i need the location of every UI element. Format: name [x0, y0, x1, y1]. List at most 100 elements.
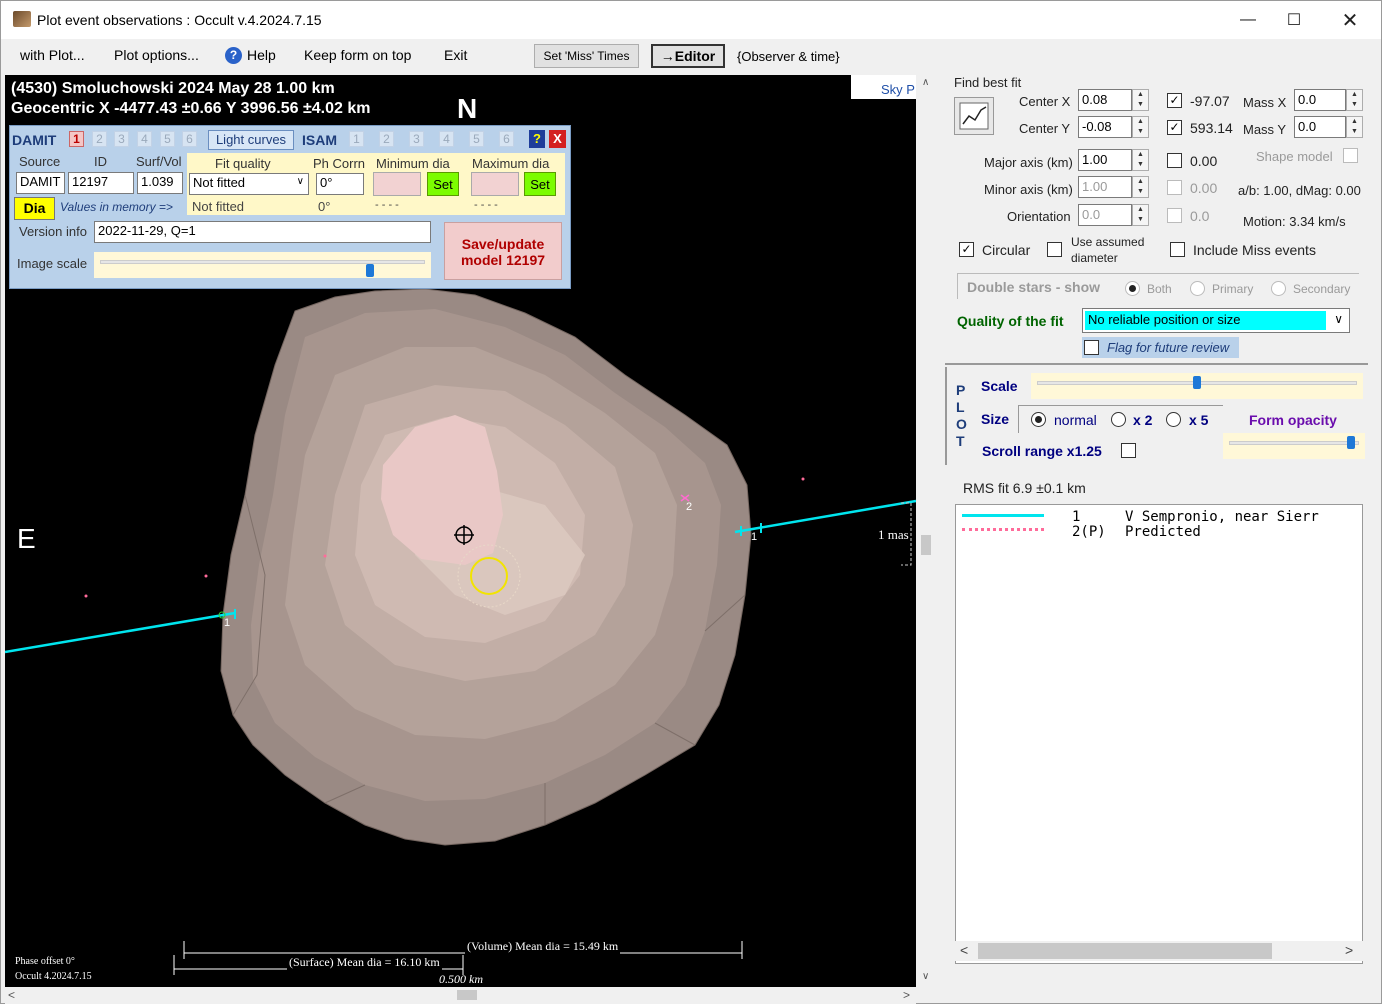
double-primary-radio[interactable] [1190, 281, 1205, 296]
image-scale-thumb[interactable] [366, 264, 374, 277]
flag-review-checkbox[interactable] [1084, 340, 1099, 355]
plot-vertical-scrollbar[interactable]: ∧ ∨ [918, 75, 935, 987]
center-y-spinner[interactable]: ▲ ▼ [1132, 116, 1149, 138]
best-fit-chart-icon [959, 102, 989, 130]
size-x5-radio[interactable] [1166, 412, 1181, 427]
set-miss-times-button[interactable]: Set 'Miss' Times [534, 44, 639, 68]
save-update-model-button[interactable]: Save/update model 12197 [444, 222, 562, 280]
plot-horizontal-scrollbar[interactable]: < > [5, 987, 916, 1004]
double-both-radio[interactable] [1125, 281, 1140, 296]
fit-quality-dropdown[interactable]: Not fitted ∨ [189, 173, 309, 195]
isam-model-6[interactable]: 6 [499, 131, 514, 147]
minor-axis-label: Minor axis (km) [984, 182, 1073, 197]
minimize-icon[interactable]: — [1225, 1, 1271, 39]
isam-model-5[interactable]: 5 [469, 131, 484, 147]
damit-close-icon[interactable]: X [549, 130, 566, 148]
scroll-right-icon[interactable]: > [903, 988, 910, 1002]
center-x-field[interactable]: 0.08 [1078, 89, 1132, 111]
version-info-field[interactable]: 2022-11-29, Q=1 [94, 221, 431, 243]
menu-plot-options[interactable]: Plot options... [114, 47, 199, 63]
scroll-up-icon[interactable]: ∧ [922, 77, 929, 88]
menu-help[interactable]: Help [247, 47, 276, 63]
orientation-spinner[interactable]: ▲ ▼ [1132, 204, 1149, 226]
editor-button[interactable]: →Editor [651, 44, 725, 68]
orientation-checkbox[interactable] [1167, 208, 1182, 223]
scale-slider[interactable] [1031, 373, 1363, 399]
double-secondary-radio[interactable] [1271, 281, 1286, 296]
legend-horizontal-scrollbar[interactable]: < > [955, 941, 1363, 961]
legend-scroll-left-icon[interactable]: < [960, 942, 968, 958]
major-axis-field[interactable]: 1.00 [1078, 149, 1132, 171]
horizontal-scroll-thumb[interactable] [457, 990, 477, 1000]
size-label: Size [981, 411, 1010, 427]
min-dia-set-button[interactable]: Set [427, 172, 459, 196]
legend-scroll-thumb[interactable] [978, 943, 1272, 959]
menu-with-plot[interactable]: with Plot... [20, 47, 85, 63]
use-assumed-checkbox[interactable] [1047, 242, 1062, 257]
minor-axis-field[interactable]: 1.00 [1078, 176, 1132, 198]
sky-plane-label: Sky P [851, 75, 916, 99]
isam-model-3[interactable]: 3 [409, 131, 424, 147]
damit-model-3[interactable]: 3 [114, 131, 129, 147]
mass-y-spinner[interactable]: ▲ ▼ [1346, 116, 1363, 138]
form-opacity-slider[interactable] [1223, 433, 1365, 459]
minor-axis-checkbox[interactable] [1167, 180, 1182, 195]
damit-model-2[interactable]: 2 [92, 131, 107, 147]
form-opacity-thumb[interactable] [1346, 436, 1355, 449]
find-best-fit-button[interactable] [954, 97, 994, 135]
center-x-spinner[interactable]: ▲ ▼ [1132, 89, 1149, 111]
scroll-left-icon[interactable]: < [8, 988, 15, 1002]
damit-help-icon[interactable]: ? [529, 130, 545, 148]
size-normal-radio[interactable] [1031, 412, 1046, 427]
id-field[interactable]: 12197 [68, 172, 134, 194]
menu-keep-on-top[interactable]: Keep form on top [304, 47, 411, 63]
major-axis-spinner[interactable]: ▲ ▼ [1132, 149, 1149, 171]
vertical-scroll-thumb[interactable] [921, 535, 931, 555]
max-dia-set-button[interactable]: Set [524, 172, 556, 196]
quality-of-fit-value: No reliable position or size [1085, 311, 1326, 330]
include-miss-checkbox[interactable] [1170, 242, 1185, 257]
damit-model-5[interactable]: 5 [160, 131, 175, 147]
quality-of-fit-dropdown[interactable]: No reliable position or size ∨ [1082, 308, 1350, 333]
size-x2-radio[interactable] [1111, 412, 1126, 427]
orientation-field[interactable]: 0.0 [1078, 204, 1132, 226]
ph-corrn-field[interactable]: 0° [316, 173, 364, 195]
center-x-checkbox[interactable]: ✓ [1167, 93, 1182, 108]
maximize-icon[interactable]: ☐ [1271, 1, 1317, 39]
menu-exit[interactable]: Exit [444, 47, 467, 63]
isam-model-2[interactable]: 2 [379, 131, 394, 147]
dia-button[interactable]: Dia [14, 197, 55, 220]
circular-checkbox[interactable]: ✓ [959, 242, 974, 257]
mass-x-spinner[interactable]: ▲ ▼ [1346, 89, 1363, 111]
observer-legend-list[interactable]: 1 V Sempronio, near Sierr 2(P) Predicted [955, 504, 1363, 964]
minor-axis-spinner[interactable]: ▲ ▼ [1132, 176, 1149, 198]
scroll-down-icon[interactable]: ∨ [922, 971, 929, 982]
mass-y-field[interactable]: 0.0 [1294, 116, 1346, 138]
legend-scroll-right-icon[interactable]: > [1345, 942, 1353, 958]
orientation-fit-value: 0.0 [1190, 208, 1210, 224]
km-scale-label: 0.500 km [439, 972, 483, 986]
center-y-checkbox[interactable]: ✓ [1167, 120, 1182, 135]
image-scale-slider[interactable] [94, 252, 431, 278]
minimum-dia-field[interactable] [373, 172, 421, 196]
surfvol-field[interactable]: 1.039 [137, 172, 183, 194]
source-field[interactable]: DAMIT [16, 172, 65, 194]
damit-label: DAMIT [12, 132, 57, 148]
damit-model-1[interactable]: 1 [69, 131, 84, 147]
major-axis-label: Major axis (km) [984, 155, 1073, 170]
isam-model-1[interactable]: 1 [349, 131, 364, 147]
isam-model-4[interactable]: 4 [439, 131, 454, 147]
close-icon[interactable]: ✕ [1327, 1, 1373, 39]
shape-model-checkbox[interactable] [1343, 148, 1358, 163]
scroll-range-checkbox[interactable] [1121, 443, 1136, 458]
maximum-dia-field[interactable] [471, 172, 519, 196]
help-icon[interactable]: ? [225, 47, 242, 64]
major-axis-checkbox[interactable] [1167, 153, 1182, 168]
mass-x-field[interactable]: 0.0 [1294, 89, 1346, 111]
center-y-field[interactable]: -0.08 [1078, 116, 1132, 138]
version-info-label: Version info [19, 224, 87, 239]
scale-thumb[interactable] [1193, 376, 1201, 389]
damit-model-6[interactable]: 6 [182, 131, 197, 147]
light-curves-button[interactable]: Light curves [208, 130, 294, 150]
damit-model-4[interactable]: 4 [137, 131, 152, 147]
